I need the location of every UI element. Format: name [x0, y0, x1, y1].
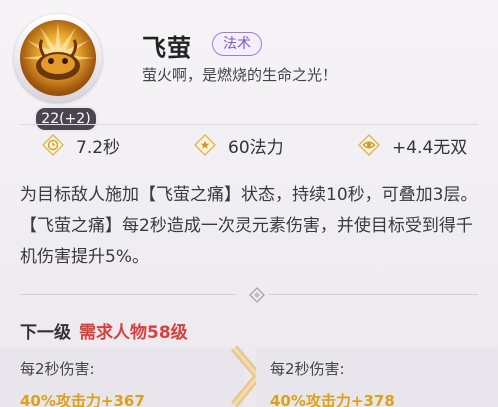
section-divider-right — [268, 294, 478, 295]
skill-type-tag: 法术 — [212, 32, 262, 56]
firefly-skill-icon — [20, 20, 96, 96]
skill-quote: 萤火啊，是燃烧的生命之光！ — [142, 66, 338, 84]
skill-name: 飞萤 — [142, 34, 192, 62]
next-damage-label: 每2秒伤害: — [270, 360, 345, 378]
star-icon — [194, 134, 216, 156]
next-level-heading: 下一级 需求人物58级 — [20, 318, 188, 343]
current-damage-value: 40%攻击力+367 — [20, 392, 145, 407]
skill-icon[interactable]: 22(+2) — [14, 14, 102, 132]
next-level-title: 下一级 — [20, 323, 71, 343]
stat-cooldown: 7.2秒 — [42, 132, 120, 158]
stat-mana-cost-value: 60法力 — [228, 137, 284, 158]
current-damage-label: 每2秒伤害: — [20, 360, 95, 378]
eye-icon — [358, 134, 380, 156]
skill-detail-panel: 22(+2) 飞萤 法术 萤火啊，是燃烧的生命之光！ 7.2秒 60法力 +4.… — [0, 0, 498, 407]
stat-bonus-value: +4.4无双 — [392, 137, 468, 158]
header-divider — [20, 124, 478, 125]
skill-description: 为目标敌人施加【飞萤之痛】状态，持续10秒，可叠加3层。【飞萤之痛】每2秒造成一… — [20, 185, 478, 267]
skill-level-badge: 22(+2) — [34, 106, 98, 132]
next-level-requirement: 需求人物58级 — [79, 323, 188, 343]
stat-bonus: +4.4无双 — [358, 132, 467, 158]
next-level-box: 每2秒伤害: 40%攻击力+378 — [256, 348, 498, 407]
stat-mana-cost: 60法力 — [194, 132, 284, 158]
stat-cooldown-value: 7.2秒 — [76, 137, 121, 158]
current-level-box: 每2秒伤害: 40%攻击力+367 — [0, 348, 244, 407]
next-damage-value: 40%攻击力+378 — [270, 392, 395, 407]
divider-diamond-icon — [249, 287, 265, 303]
clock-icon — [42, 134, 64, 156]
section-divider-left — [20, 294, 236, 295]
